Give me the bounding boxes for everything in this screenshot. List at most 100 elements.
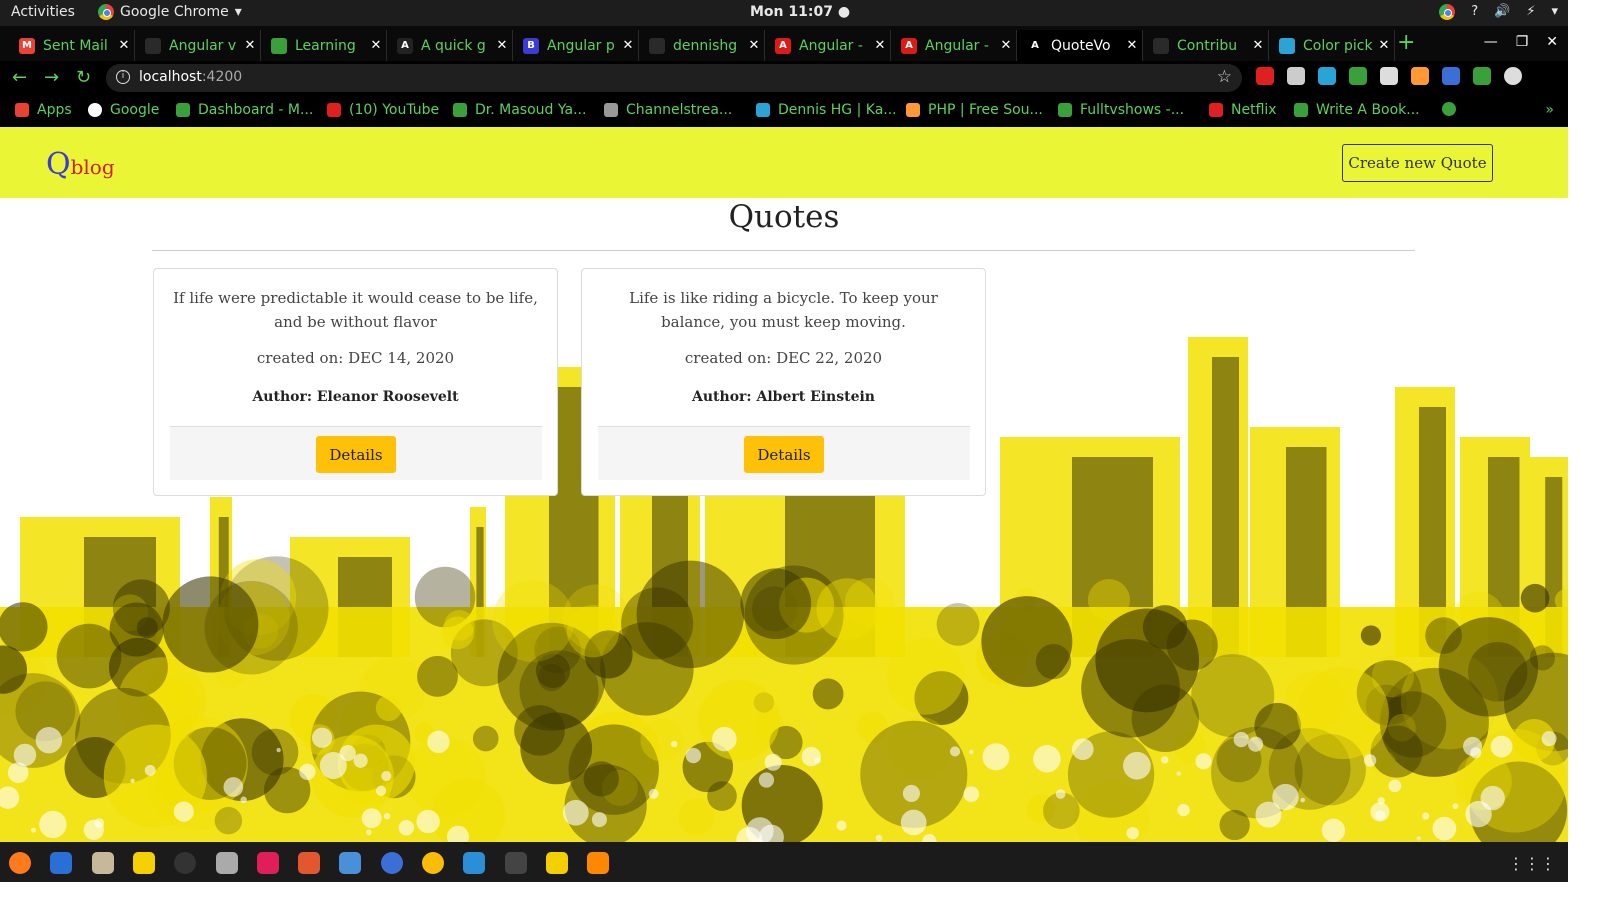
skyline-shape	[836, 820, 847, 831]
extension-icon[interactable]	[1256, 67, 1274, 85]
bookmark-label: Channelstrea...	[626, 102, 733, 118]
chrome-icon[interactable]	[422, 852, 444, 874]
camera-icon[interactable]	[215, 852, 238, 874]
details-button[interactable]: Details	[316, 436, 396, 473]
bookmark-item[interactable]: Dennis HG | Ka...	[756, 102, 897, 118]
terminal-icon[interactable]	[504, 852, 527, 874]
software-icon[interactable]	[298, 852, 321, 874]
bookmark-item[interactable]	[1442, 102, 1456, 116]
close-tab-icon[interactable]: ✕	[366, 38, 386, 53]
extension-icon[interactable]	[1504, 67, 1522, 85]
bookmark-item[interactable]: Google	[88, 102, 159, 118]
tab[interactable]: A Angular - ✕	[765, 30, 891, 61]
skyline-shape	[1195, 753, 1212, 770]
bookmark-item[interactable]: Apps	[15, 102, 72, 118]
help-icon[interactable]	[380, 852, 403, 874]
extension-icon[interactable]	[1349, 67, 1367, 85]
extension-icon[interactable]	[1442, 67, 1460, 85]
close-tab-icon[interactable]: ✕	[1122, 38, 1142, 53]
tab[interactable]: Color pick ✕	[1269, 30, 1395, 61]
bookmark-item[interactable]: Netflix	[1209, 102, 1277, 118]
bookmark-item[interactable]: Dr. Masoud Ya...	[453, 102, 586, 118]
forward-button[interactable]: →	[44, 67, 59, 88]
close-tab-icon[interactable]: ✕	[870, 38, 890, 53]
clock[interactable]: Mon 11:07 ●	[750, 4, 850, 20]
help-icon[interactable]: ?	[1471, 4, 1478, 20]
vlc-icon[interactable]	[587, 852, 610, 874]
tab[interactable]: M Sent Mail ✕	[9, 30, 135, 61]
extension-icon[interactable]	[1473, 67, 1491, 85]
bookmark-star-icon[interactable]: ☆	[1217, 67, 1232, 87]
files-icon[interactable]	[91, 852, 114, 874]
reload-button[interactable]: ↻	[76, 67, 91, 88]
bookmark-label: Fulltvshows -...	[1080, 102, 1185, 118]
activities-button[interactable]: Activities	[11, 4, 75, 20]
system-tray[interactable]: ? 🔊 ⚡ ▾	[1439, 4, 1558, 20]
skyline-shape	[441, 616, 475, 650]
close-tab-icon[interactable]: ✕	[1248, 38, 1268, 53]
bookmark-item[interactable]: Channelstrea...	[604, 102, 732, 118]
skyline-shape	[1541, 731, 1557, 747]
show-applications-button[interactable]: ⋮⋮⋮	[1508, 854, 1556, 873]
create-new-quote-button[interactable]: Create new Quote	[1342, 144, 1493, 182]
tab[interactable]: A Angular - ✕	[891, 30, 1017, 61]
volume-icon[interactable]: 🔊	[1494, 4, 1510, 20]
firefox-icon[interactable]	[9, 852, 31, 874]
battery-icon[interactable]: ⚡	[1526, 4, 1535, 20]
stream-icon	[604, 103, 618, 117]
notes-icon[interactable]	[545, 852, 568, 874]
tab[interactable]: Contribu ✕	[1143, 30, 1269, 61]
skyline-shape	[492, 580, 574, 663]
tab[interactable]: Learning ✕	[261, 30, 387, 61]
back-button[interactable]: ←	[12, 67, 27, 88]
details-button[interactable]: Details	[744, 436, 824, 473]
close-tab-icon[interactable]: ✕	[744, 38, 764, 53]
tab[interactable]: Angular v ✕	[135, 30, 261, 61]
bookmark-item[interactable]: Dashboard - M...	[176, 102, 313, 118]
document-icon[interactable]	[339, 852, 362, 874]
bookmark-item[interactable]: PHP | Free Sou...	[906, 102, 1043, 118]
tab[interactable]: A QuoteVo ✕	[1017, 30, 1143, 61]
skyline-shape	[240, 796, 247, 804]
app-menu[interactable]: Google Chrome ▾	[98, 4, 242, 20]
extension-icon[interactable]	[1287, 67, 1305, 85]
address-bar[interactable]: i localhost:4200 ☆	[106, 64, 1242, 92]
skyline-shape	[311, 727, 333, 748]
url-text[interactable]: localhost:4200	[139, 69, 242, 85]
tab[interactable]: A A quick g ✕	[387, 30, 513, 61]
extension-icon[interactable]	[1318, 67, 1336, 85]
obs-icon[interactable]	[174, 852, 197, 874]
extension-icon[interactable]	[1411, 67, 1429, 85]
skyline-shape	[900, 809, 927, 836]
close-tab-icon[interactable]: ✕	[618, 38, 638, 53]
vscode-icon[interactable]	[463, 852, 486, 874]
extension-icon[interactable]	[1380, 67, 1398, 85]
rhythmbox-icon[interactable]	[132, 852, 155, 874]
skyline-shape	[204, 580, 298, 675]
bookmark-item[interactable]: (10) YouTube	[327, 102, 439, 118]
extensions-area	[1256, 67, 1522, 85]
skyline-shape	[670, 740, 678, 748]
close-tab-icon[interactable]: ✕	[492, 38, 512, 53]
thunderbird-icon[interactable]	[50, 852, 73, 874]
chrome-tray-icon[interactable]	[1439, 4, 1456, 20]
system-menu-arrow-icon[interactable]: ▾	[1551, 4, 1558, 20]
close-tab-icon[interactable]: ✕	[996, 38, 1016, 53]
site-info-icon[interactable]: i	[116, 70, 130, 84]
slack-icon[interactable]	[256, 852, 279, 874]
close-window-button[interactable]: ✕	[1546, 34, 1558, 50]
skyline-shape	[969, 749, 974, 755]
bookmark-item[interactable]: Fulltvshows -...	[1058, 102, 1184, 118]
minimize-button[interactable]: —	[1484, 34, 1498, 50]
brand-logo[interactable]: Qblog	[46, 147, 115, 182]
tab[interactable]: dennishg ✕	[639, 30, 765, 61]
skyline-shape	[1095, 608, 1200, 713]
close-tab-icon[interactable]: ✕	[1374, 38, 1394, 53]
close-tab-icon[interactable]: ✕	[114, 38, 134, 53]
bookmarks-overflow-button[interactable]: »	[1545, 102, 1554, 118]
maximize-button[interactable]: ❐	[1516, 34, 1529, 50]
bookmark-item[interactable]: Write A Book...	[1294, 102, 1420, 118]
tab[interactable]: B Angular p ✕	[513, 30, 639, 61]
new-tab-button[interactable]: +	[1397, 32, 1415, 54]
close-tab-icon[interactable]: ✕	[240, 38, 260, 53]
